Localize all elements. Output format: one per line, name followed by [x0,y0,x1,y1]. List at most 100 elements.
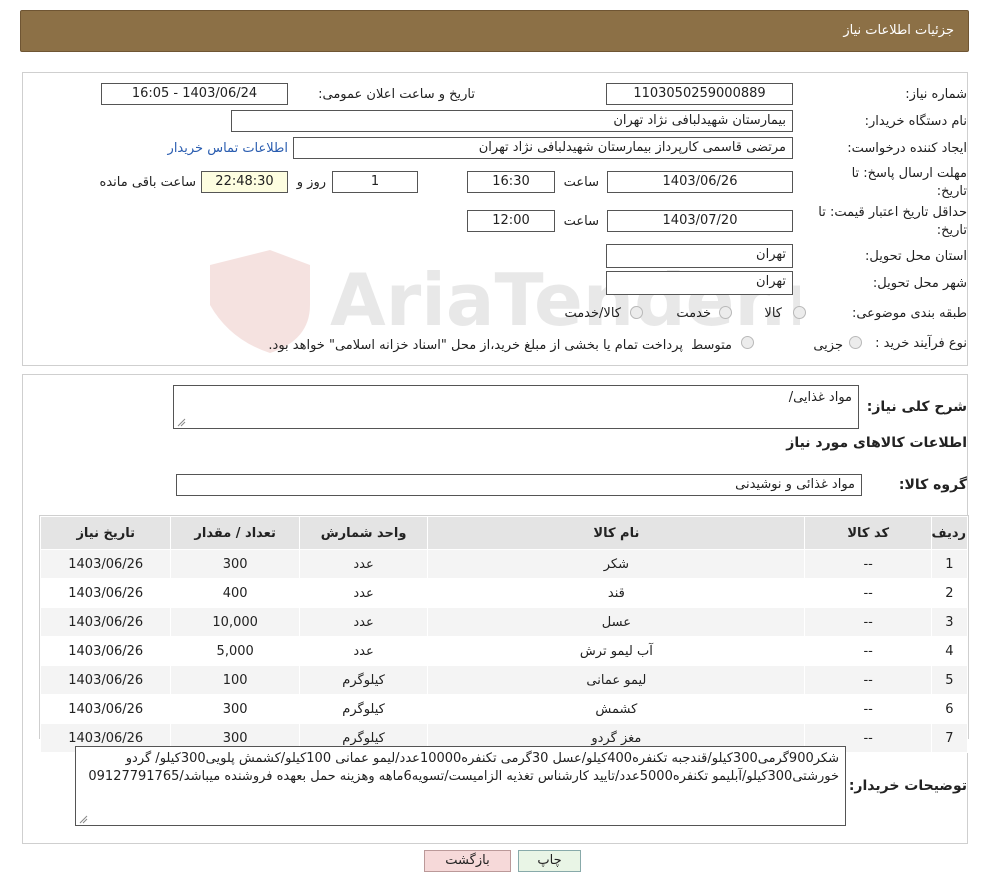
cell-date: 1403/06/26 [39,694,172,724]
cell-row: 6 [930,694,969,724]
cell-row: 5 [930,665,969,695]
table-row: 5 -- لیمو عمانی کیلوگرم 100 1403/06/26 [39,665,969,695]
items-table-header: ردیف کد کالا نام کالا واحد شمارش تعداد /… [39,516,969,550]
table-row: 4 -- آب لیمو ترش عدد 5,000 1403/06/26 [39,636,969,666]
cell-date: 1403/06/26 [39,665,172,695]
deadline-time-word: ساعت [563,175,599,190]
cell-unit: عدد [298,636,429,666]
process-option-minor: جزیی [813,338,843,353]
summary-label: شرح کلی نیاز: [866,399,967,415]
table-row: 1 -- شکر عدد 300 1403/06/26 [39,549,969,579]
cell-name: عسل [427,607,806,637]
col-header-qty: تعداد / مقدار [170,516,300,550]
cell-name: لیمو عمانی [427,665,806,695]
process-payment-note: پرداخت تمام یا بخشی از مبلغ خرید،از محل … [268,338,683,353]
announce-datetime-field: 1403/06/24 - 16:05 [101,83,288,105]
page-title: جزئیات اطلاعات نیاز [843,23,954,38]
category-radio-service[interactable] [719,306,732,319]
buyer-notes-label: توضیحات خریدار: [848,778,967,794]
validity-time-field: 12:00 [467,210,555,232]
category-radio-goods-service[interactable] [630,306,643,319]
category-option-goods-service: کالا/خدمت [564,306,621,321]
resize-grip-icon[interactable] [78,814,88,824]
buyer-org-field: بیمارستان شهیدلبافی نژاد تهران [231,110,793,132]
summary-text: مواد غذایی/ [788,390,852,405]
validity-date-field: 1403/07/20 [607,210,793,232]
province-field: تهران [606,244,793,268]
page-header: جزئیات اطلاعات نیاز [20,10,969,52]
remaining-time-field: 22:48:30 [201,171,288,193]
process-label: نوع فرآیند خرید : [875,336,967,351]
category-option-service: خدمت [676,306,711,321]
cell-qty: 300 [170,549,300,579]
need-number-field: 1103050259000889 [606,83,793,105]
cell-qty: 10,000 [170,607,300,637]
category-option-goods: کالا [764,306,782,321]
remaining-time-word: ساعت باقی مانده [99,175,196,190]
days-word: روز و [296,175,326,190]
resize-grip-icon[interactable] [176,417,186,427]
cell-qty: 400 [170,578,300,608]
category-radio-goods[interactable] [793,306,806,319]
cell-unit: عدد [298,578,429,608]
deadline-date-field: 1403/06/26 [607,171,793,193]
cell-row: 4 [930,636,969,666]
cell-unit: عدد [298,549,429,579]
cell-row: 7 [930,723,969,753]
col-header-code: کد کالا [804,516,932,550]
requester-label: ایجاد کننده درخواست: [847,141,967,156]
city-label: شهر محل تحویل: [872,276,967,291]
deadline-label-date: تاریخ: [936,184,967,199]
buyer-notes-textarea[interactable]: شکر900گرمی300کیلو/قندجبه تکنفره400کیلو/ع… [75,746,846,826]
process-option-medium: متوسط [691,338,732,353]
items-table: ردیف کد کالا نام کالا واحد شمارش تعداد /… [39,516,969,753]
process-radio-minor[interactable] [849,336,862,349]
validity-label-date: تاریخ: [936,223,967,238]
cell-code: -- [804,607,932,637]
col-header-name: نام کالا [427,516,806,550]
announce-label: تاریخ و ساعت اعلان عمومی: [318,87,475,102]
cell-date: 1403/06/26 [39,636,172,666]
cell-unit: کیلوگرم [298,694,429,724]
cell-code: -- [804,549,932,579]
cell-code: -- [804,578,932,608]
col-header-unit: واحد شمارش [298,516,429,550]
col-header-row: ردیف [930,516,969,550]
province-label: استان محل تحویل: [865,249,967,264]
requester-field: مرتضی قاسمی کارپرداز بیمارستان شهیدلبافی… [293,137,793,159]
cell-code: -- [804,694,932,724]
table-row: 3 -- عسل عدد 10,000 1403/06/26 [39,607,969,637]
cell-date: 1403/06/26 [39,578,172,608]
deadline-label: مهلت ارسال پاسخ: تا [851,166,967,181]
cell-name: قند [427,578,806,608]
cell-qty: 300 [170,694,300,724]
category-label: طبقه بندی موضوعی: [851,306,967,321]
cell-unit: عدد [298,607,429,637]
cell-qty: 100 [170,665,300,695]
cell-name: آب لیمو ترش [427,636,806,666]
col-header-date: تاریخ نیاز [39,516,172,550]
cell-row: 3 [930,607,969,637]
deadline-time-field: 16:30 [467,171,555,193]
buyer-contact-link[interactable]: اطلاعات تماس خریدار [168,141,288,156]
validity-time-word: ساعت [563,214,599,229]
cell-name: کشمش [427,694,806,724]
cell-row: 2 [930,578,969,608]
validity-label: حداقل تاریخ اعتبار قیمت: تا [818,205,967,220]
process-radio-medium[interactable] [741,336,754,349]
goods-group-field: مواد غذائی و نوشیدنی [176,474,862,496]
buyer-org-label: نام دستگاه خریدار: [864,114,967,129]
cell-date: 1403/06/26 [39,549,172,579]
back-button[interactable]: بازگشت [424,850,511,872]
summary-textarea[interactable]: مواد غذایی/ [173,385,859,429]
cell-name: شکر [427,549,806,579]
buyer-notes-text: شکر900گرمی300کیلو/قندجبه تکنفره400کیلو/ع… [88,751,839,784]
cell-row: 1 [930,549,969,579]
print-button[interactable]: چاپ [518,850,581,872]
cell-code: -- [804,636,932,666]
need-number-label: شماره نیاز: [905,87,967,102]
table-row: 2 -- قند عدد 400 1403/06/26 [39,578,969,608]
cell-date: 1403/06/26 [39,607,172,637]
cell-code: -- [804,665,932,695]
city-field: تهران [606,271,793,295]
